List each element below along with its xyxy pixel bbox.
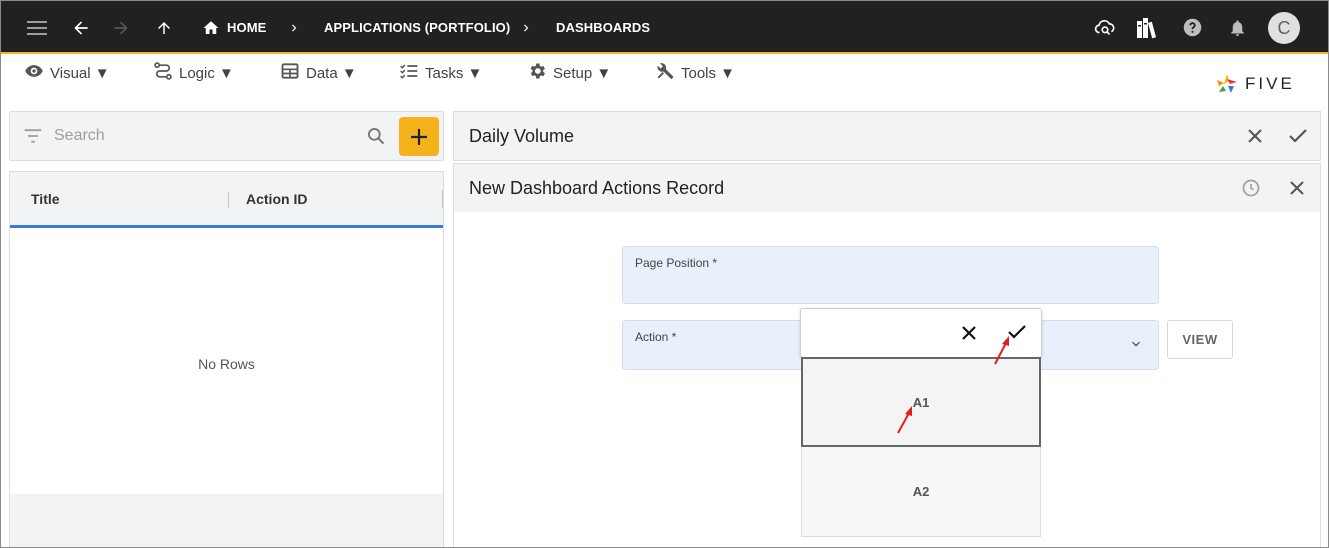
table-icon bbox=[280, 61, 300, 85]
close-icon[interactable] bbox=[1244, 125, 1266, 147]
dropdown-option-a2[interactable]: A2 bbox=[801, 447, 1041, 537]
chevron-down-icon[interactable] bbox=[1128, 336, 1144, 357]
dropdown-header bbox=[800, 308, 1042, 358]
new-record-header: New Dashboard Actions Record bbox=[453, 163, 1321, 213]
checklist-icon bbox=[399, 61, 419, 85]
chevron-right-icon bbox=[517, 1, 535, 54]
five-logo: FIVE bbox=[1215, 71, 1295, 97]
column-header-action-id[interactable]: Action ID bbox=[246, 191, 307, 207]
menu-logic[interactable]: Logic ▼ bbox=[153, 61, 234, 85]
check-icon[interactable] bbox=[1007, 324, 1027, 345]
gear-icon bbox=[527, 61, 547, 85]
top-bar: HOME APPLICATIONS (PORTFOLIO) DASHBOARDS… bbox=[1, 1, 1328, 54]
logo-text: FIVE bbox=[1245, 74, 1295, 93]
add-record-button[interactable] bbox=[399, 117, 439, 156]
plus-icon bbox=[411, 128, 427, 145]
menu-visual[interactable]: Visual ▼ bbox=[24, 63, 110, 83]
menu-tasks-label: Tasks ▼ bbox=[425, 64, 483, 82]
user-avatar[interactable]: C bbox=[1268, 12, 1300, 44]
daily-volume-header: Daily Volume bbox=[453, 111, 1321, 161]
dropdown-option-a1[interactable]: A1 bbox=[801, 357, 1041, 447]
action-label: Action * bbox=[635, 330, 677, 344]
menu-tools-label: Tools ▼ bbox=[681, 64, 736, 82]
search-input[interactable]: Search bbox=[54, 127, 105, 145]
check-icon[interactable] bbox=[1287, 125, 1309, 147]
empty-state-text: No Rows bbox=[198, 356, 255, 372]
list-header: Title Action ID bbox=[10, 172, 443, 228]
column-header-title[interactable]: Title bbox=[31, 191, 60, 207]
view-button[interactable]: VIEW bbox=[1167, 320, 1233, 359]
column-divider[interactable] bbox=[442, 190, 443, 208]
tools-icon bbox=[655, 61, 675, 85]
home-icon[interactable] bbox=[200, 1, 222, 54]
back-arrow-icon[interactable] bbox=[67, 1, 95, 54]
menu-tools[interactable]: Tools ▼ bbox=[655, 63, 735, 83]
five-logo-mark bbox=[1217, 74, 1237, 93]
column-divider[interactable] bbox=[228, 192, 229, 208]
menu-data[interactable]: Data ▼ bbox=[280, 63, 357, 83]
records-list: Title Action ID No Rows bbox=[9, 171, 444, 547]
close-icon[interactable] bbox=[1286, 177, 1308, 199]
help-icon[interactable] bbox=[1181, 1, 1203, 54]
history-icon[interactable] bbox=[1240, 177, 1262, 199]
menu-bar: Visual ▼ Logic ▼ Data ▼ Tasks ▼ Setup ▼ … bbox=[1, 56, 1328, 101]
breadcrumb-applications[interactable]: APPLICATIONS (PORTFOLIO) bbox=[324, 1, 510, 54]
app-window: HOME APPLICATIONS (PORTFOLIO) DASHBOARDS… bbox=[0, 0, 1329, 548]
cloud-search-icon[interactable] bbox=[1093, 1, 1117, 54]
page-position-field[interactable]: Page Position * bbox=[622, 246, 1159, 304]
search-icon[interactable] bbox=[366, 126, 386, 151]
menu-data-label: Data ▼ bbox=[306, 64, 357, 82]
library-icon[interactable] bbox=[1135, 1, 1161, 54]
form-title: New Dashboard Actions Record bbox=[469, 178, 725, 198]
close-icon[interactable] bbox=[961, 325, 977, 346]
forward-arrow-icon[interactable] bbox=[107, 1, 135, 54]
breadcrumb-home[interactable]: HOME bbox=[227, 1, 266, 54]
hamburger-menu-icon[interactable] bbox=[23, 1, 51, 54]
menu-logic-label: Logic ▼ bbox=[179, 64, 234, 82]
menu-visual-label: Visual ▼ bbox=[50, 64, 110, 82]
chevron-right-icon bbox=[285, 1, 303, 54]
page-position-label: Page Position * bbox=[635, 256, 718, 270]
breadcrumb-dashboards[interactable]: DASHBOARDS bbox=[556, 1, 650, 54]
filter-icon[interactable] bbox=[23, 127, 43, 150]
bell-icon[interactable] bbox=[1226, 1, 1248, 54]
menu-setup[interactable]: Setup ▼ bbox=[527, 63, 611, 83]
list-footer bbox=[10, 494, 443, 547]
logic-icon bbox=[153, 61, 173, 85]
page-title: Daily Volume bbox=[469, 126, 575, 146]
search-bar: Search bbox=[9, 111, 444, 161]
up-arrow-icon[interactable] bbox=[150, 1, 178, 54]
eye-icon bbox=[24, 61, 44, 85]
menu-setup-label: Setup ▼ bbox=[553, 64, 612, 82]
menu-tasks[interactable]: Tasks ▼ bbox=[399, 63, 482, 83]
